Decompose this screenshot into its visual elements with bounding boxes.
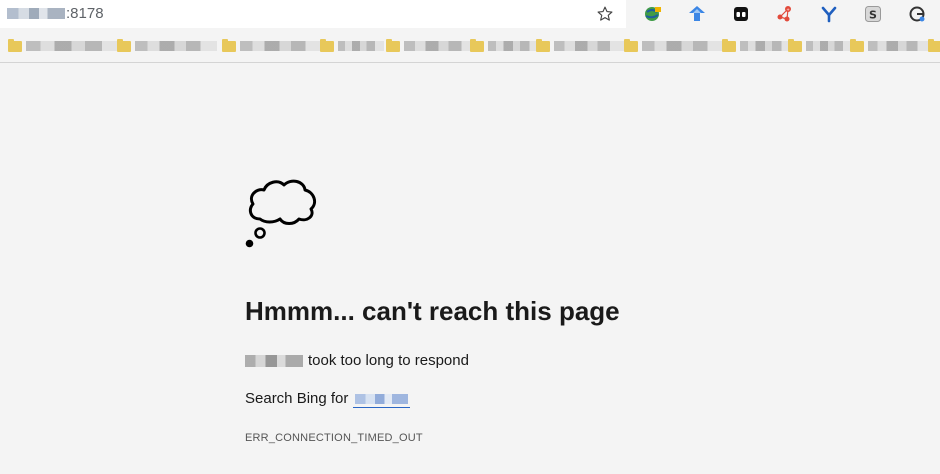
folder-icon — [8, 38, 22, 52]
bookmark-item[interactable] — [850, 38, 930, 52]
folder-icon — [722, 38, 736, 52]
bing-search-link[interactable] — [353, 389, 411, 408]
bookmark-item[interactable] — [624, 38, 724, 52]
extension-globe-button[interactable] — [642, 3, 664, 25]
bookmark-item[interactable] — [536, 38, 624, 52]
bookmark-item[interactable] — [8, 38, 121, 52]
bookmark-tag-icon — [689, 6, 705, 21]
error-description-text: took too long to respond — [308, 352, 469, 369]
extension-s-button[interactable]: S — [862, 3, 884, 25]
globe-download-icon — [645, 7, 661, 21]
bookmark-item[interactable] — [470, 38, 540, 52]
bookmark-item[interactable] — [320, 38, 384, 52]
error-title: Hmmm... can't reach this page — [245, 296, 620, 326]
y-letter-icon — [821, 6, 837, 23]
g-refresh-icon — [909, 6, 925, 22]
favorite-star-button[interactable] — [593, 2, 617, 26]
star-icon — [597, 6, 613, 21]
folder-icon — [320, 38, 334, 52]
thought-cloud-icon — [245, 179, 317, 248]
error-code: ERR_CONNECTION_TIMED_OUT — [245, 432, 423, 444]
bookmark-item[interactable] — [928, 38, 940, 52]
folder-icon — [928, 38, 940, 52]
bookmarks-bar — [0, 30, 940, 63]
folder-icon — [386, 38, 400, 52]
bookmark-item[interactable] — [117, 38, 217, 52]
network-nodes-icon: + — [777, 6, 791, 22]
url-port: :8178 — [66, 5, 104, 22]
s-letter-icon: S — [865, 6, 881, 22]
extension-g-button[interactable] — [906, 3, 928, 25]
twin-squares-icon — [734, 7, 748, 21]
extension-y-button[interactable] — [818, 3, 840, 25]
folder-icon — [117, 38, 131, 52]
error-description: took too long to respond — [245, 352, 469, 369]
bookmark-item[interactable] — [722, 38, 792, 52]
folder-icon — [624, 38, 638, 52]
folder-icon — [222, 38, 236, 52]
url-host-redacted — [7, 8, 65, 19]
bookmark-item[interactable] — [788, 38, 852, 52]
extension-network-button[interactable]: + — [774, 3, 796, 25]
svg-text:S: S — [869, 9, 877, 22]
address-bar-row: :8178 + S — [0, 0, 940, 29]
search-prefix: Search Bing for — [245, 390, 349, 407]
folder-icon — [470, 38, 484, 52]
extension-blue-tag-button[interactable] — [686, 3, 708, 25]
host-redacted — [245, 354, 303, 367]
folder-icon — [788, 38, 802, 52]
bookmark-item[interactable] — [386, 38, 476, 52]
address-bar[interactable]: :8178 — [0, 0, 626, 28]
folder-icon — [536, 38, 550, 52]
svg-text:+: + — [786, 7, 789, 12]
bookmark-item[interactable] — [222, 38, 322, 52]
folder-icon — [850, 38, 864, 52]
extension-black-box-button[interactable] — [730, 3, 752, 25]
search-suggestion: Search Bing for — [245, 389, 411, 408]
